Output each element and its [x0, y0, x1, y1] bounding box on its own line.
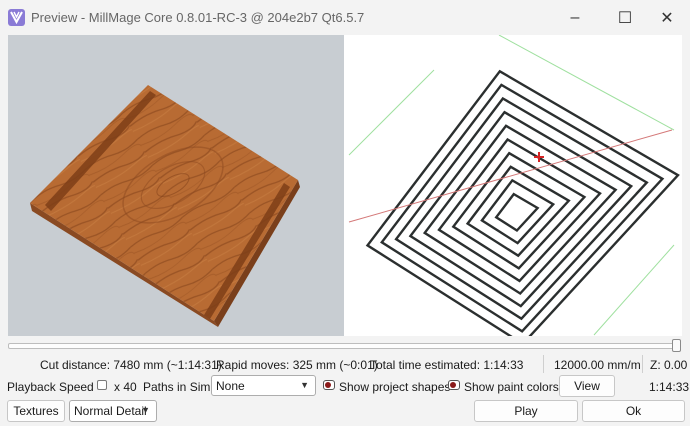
detail-level-dropdown[interactable]: Normal Detail ▼	[69, 400, 157, 422]
z-position-label: Z: 0.00	[650, 358, 688, 372]
toolpath-viewport[interactable]	[344, 35, 682, 336]
total-time-label: Total time estimated: 1:14:33	[370, 358, 524, 372]
speed-multiplier-label: x 40	[114, 380, 137, 394]
millmage-logo-icon	[8, 9, 25, 26]
maximize-button[interactable]: ☐	[602, 0, 648, 36]
chevron-down-icon: ▼	[300, 380, 309, 390]
show-project-shapes-label: Show project shapes	[339, 380, 451, 394]
minimize-icon: –	[570, 9, 580, 26]
divider	[543, 355, 544, 373]
playback-speed-label: Playback Speed	[7, 380, 94, 394]
chevron-down-icon: ▼	[141, 405, 150, 415]
boundary-line	[498, 35, 675, 131]
minimize-button[interactable]: –	[552, 0, 598, 36]
play-button[interactable]: Play	[474, 400, 578, 422]
toolpath-render	[348, 35, 680, 336]
3d-preview-viewport[interactable]	[8, 35, 344, 336]
title-bar: Preview - MillMage Core 0.8.01-RC-3 @ 20…	[0, 0, 690, 36]
show-project-shapes-toggle[interactable]	[323, 380, 335, 390]
paths-in-sim-value: None	[216, 379, 245, 393]
ok-button[interactable]: Ok	[582, 400, 685, 422]
window-title: Preview - MillMage Core 0.8.01-RC-3 @ 20…	[31, 10, 365, 25]
playback-speed-slider[interactable]	[97, 380, 107, 390]
rapid-moves-label: Rapid moves: 325 mm (~0:01)	[216, 358, 378, 372]
paths-in-sim-dropdown[interactable]: None ▼	[211, 375, 316, 396]
show-paint-colors-label: Show paint colors	[464, 380, 559, 394]
boundary-line	[593, 244, 675, 336]
playback-slider-handle[interactable]	[672, 339, 681, 352]
cut-distance-label: Cut distance: 7480 mm (~1:14:31)	[40, 358, 222, 372]
boundary-line	[348, 69, 435, 156]
ok-button-label: Ok	[625, 404, 642, 418]
view-button-label: View	[574, 379, 600, 393]
view-button[interactable]: View	[559, 375, 615, 397]
detail-level-value: Normal Detail	[74, 404, 147, 418]
divider	[642, 355, 643, 373]
show-paint-colors-toggle[interactable]	[448, 380, 460, 390]
close-icon: ✕	[660, 10, 674, 27]
close-button[interactable]: ✕	[644, 0, 690, 36]
toolpath-ring	[494, 192, 540, 233]
playback-slider-track[interactable]	[8, 343, 680, 349]
wood-board-render	[30, 85, 300, 327]
elapsed-time-label: 1:14:33	[649, 380, 690, 394]
feed-rate-label: 12000.00 mm/m	[554, 358, 641, 372]
maximize-icon: ☐	[617, 10, 633, 27]
textures-button-label: Textures	[13, 404, 59, 418]
paths-in-sim-label: Paths in Sim:	[143, 380, 214, 394]
textures-button[interactable]: Textures	[7, 400, 65, 422]
play-button-label: Play	[514, 404, 538, 418]
